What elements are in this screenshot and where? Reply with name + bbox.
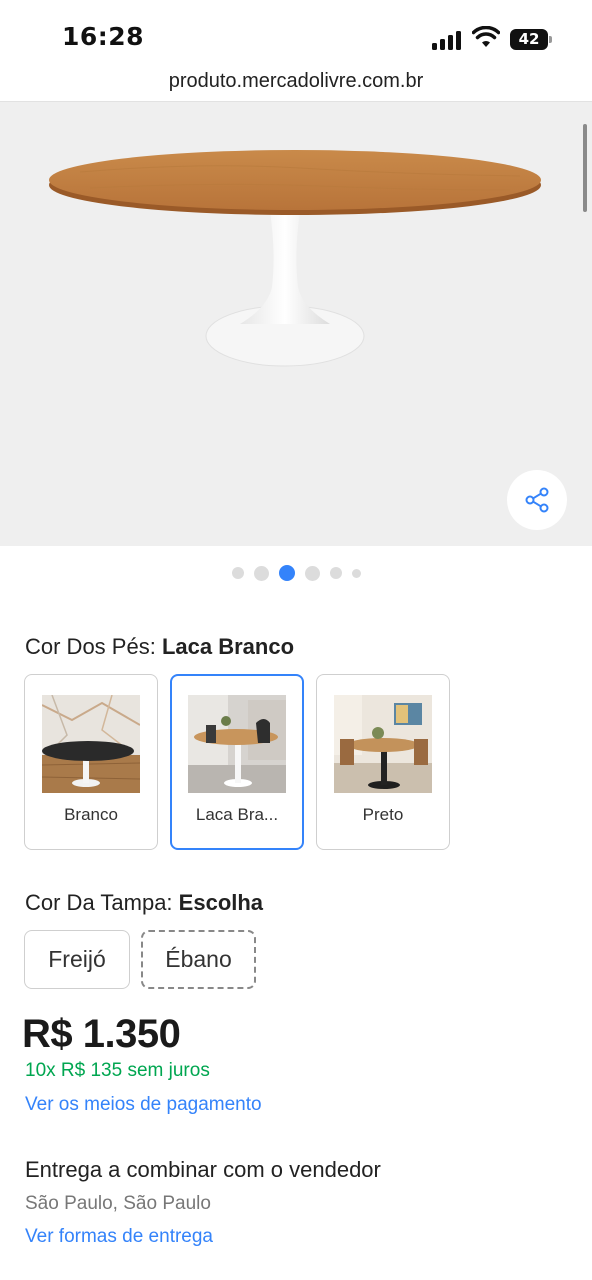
variant-preto[interactable]: Preto [316, 674, 450, 850]
variant-branco[interactable]: Branco [24, 674, 158, 850]
top-color-title: Cor Da Tampa: [25, 890, 173, 915]
price-amount: 1.350 [82, 1012, 181, 1056]
variant-thumbnail [188, 695, 286, 793]
top-color-label: Cor Da Tampa: Escolha [25, 890, 263, 916]
delivery-title: Entrega a combinar com o vendedor [25, 1157, 381, 1182]
variant-label: Branco [64, 805, 118, 824]
payment-methods-link[interactable]: Ver os meios de pagamento [25, 1094, 262, 1116]
battery-icon: 42 [510, 29, 552, 50]
pagination-dot-active[interactable] [278, 565, 295, 581]
pagination-dot[interactable] [329, 567, 342, 579]
variant-label: Preto [362, 805, 404, 824]
scrollbar[interactable] [583, 124, 587, 212]
product-image [49, 150, 541, 367]
variant-laca-branco[interactable]: Laca Bra... [170, 674, 304, 850]
option-ebano[interactable]: Ébano [141, 930, 256, 989]
installments-text: 10x R$ 135 sem juros [25, 1060, 210, 1081]
status-bar: 16:28 42 [0, 0, 592, 68]
signal-icon [432, 30, 464, 50]
top-color-selected: Escolha [178, 890, 264, 915]
seller-location: São Paulo, São Paulo [25, 1193, 211, 1214]
wifi-icon [472, 26, 500, 47]
variant-label: Laca Bra... [195, 805, 279, 824]
variant-thumbnail [334, 695, 432, 793]
gallery-pagination [0, 564, 592, 582]
leg-color-label: Cor Dos Pés: Laca Branco [25, 634, 294, 660]
leg-color-title: Cor Dos Pés: [25, 634, 156, 659]
share-button[interactable] [507, 470, 567, 530]
status-time: 16:28 [62, 22, 145, 51]
variant-thumbnail [42, 695, 140, 793]
price: R$ 1.350 [22, 1012, 181, 1057]
option-freijo[interactable]: Freijó [24, 930, 130, 989]
pagination-dot[interactable] [253, 565, 269, 581]
battery-level: 42 [518, 30, 540, 48]
address-bar[interactable]: produto.mercadolivre.com.br [0, 66, 592, 102]
pagination-dot[interactable] [231, 567, 244, 579]
price-currency: R$ [22, 1012, 73, 1056]
leg-color-selected: Laca Branco [161, 634, 295, 659]
share-icon [525, 487, 549, 513]
pagination-dot[interactable] [304, 565, 320, 581]
pagination-dot[interactable] [351, 568, 361, 578]
product-image-gallery[interactable] [0, 102, 592, 546]
delivery-options-link[interactable]: Ver formas de entrega [25, 1226, 213, 1248]
